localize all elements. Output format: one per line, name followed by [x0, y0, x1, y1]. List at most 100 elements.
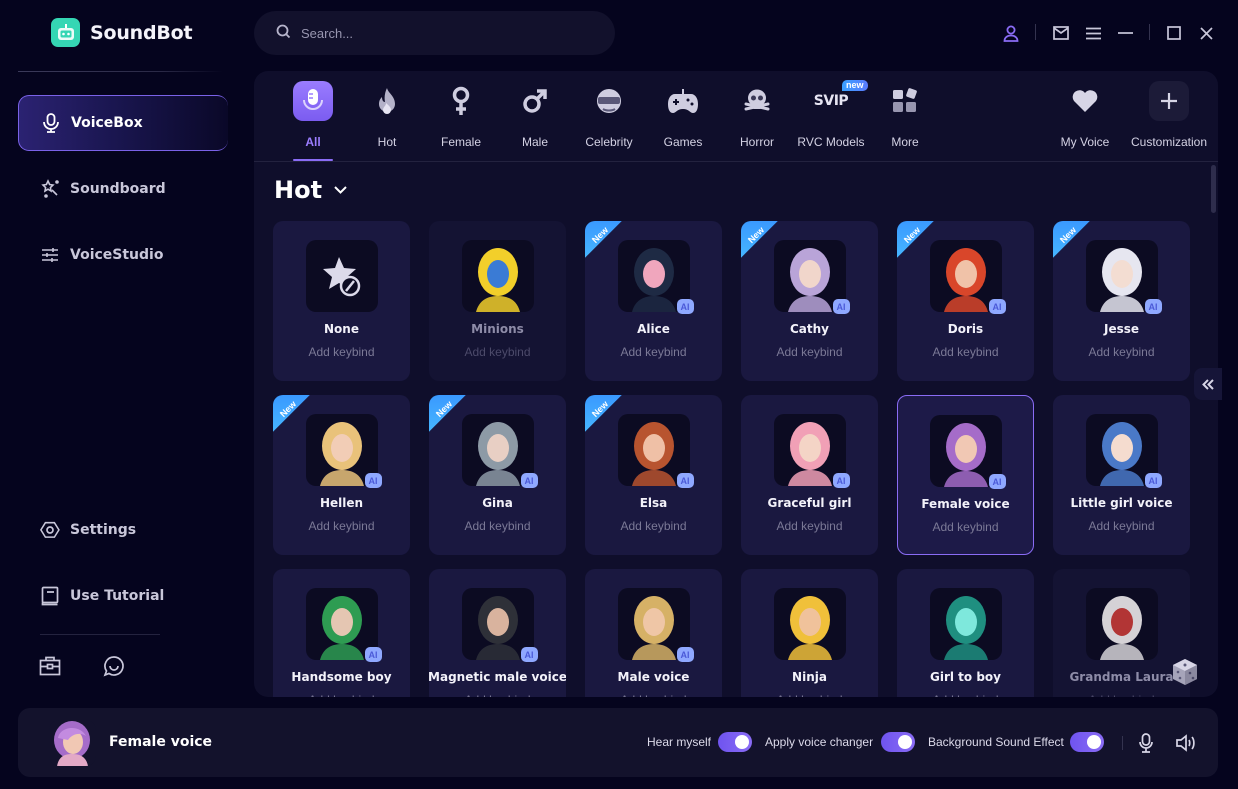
- gamepad-icon: [663, 81, 703, 121]
- sidebar-item-use-tutorial[interactable]: Use Tutorial: [18, 568, 228, 624]
- voice-name: Girl to boy: [930, 670, 1001, 684]
- tab-all[interactable]: All: [276, 79, 350, 161]
- add-keybind-link[interactable]: Add keybind: [932, 693, 998, 697]
- mail-icon[interactable]: [1051, 23, 1071, 43]
- background-sound-effect-label: Background Sound Effect: [928, 735, 1064, 749]
- voice-card[interactable]: New AI Doris Add keybind: [897, 221, 1034, 381]
- voice-name: Graceful girl: [767, 496, 852, 510]
- add-keybind-link[interactable]: Add keybind: [932, 345, 998, 359]
- add-keybind-link[interactable]: Add keybind: [308, 519, 374, 533]
- new-ribbon-label: New: [901, 224, 923, 246]
- minimize-icon[interactable]: [1115, 23, 1135, 43]
- toolbox-icon[interactable]: [39, 655, 61, 677]
- voice-card[interactable]: AI Handsome boy Add keybind: [273, 569, 410, 697]
- sidebar-divider: [40, 634, 160, 635]
- voice-card[interactable]: AI Magnetic male voice Add keybind: [429, 569, 566, 697]
- voice-thumbnail-wrap: AI: [305, 569, 382, 662]
- voice-card[interactable]: New AI Gina Add keybind: [429, 395, 566, 555]
- speaker-icon[interactable]: [1175, 732, 1197, 754]
- add-keybind-link[interactable]: Add keybind: [776, 345, 842, 359]
- current-voice-name: Female voice: [109, 734, 213, 750]
- voice-thumbnail-wrap: AI: [305, 395, 382, 488]
- sidebar-item-voicebox[interactable]: VoiceBox: [18, 95, 228, 151]
- scrollbar[interactable]: [1211, 165, 1216, 213]
- magic-wand-icon: [40, 179, 60, 199]
- add-keybind-link[interactable]: Add keybind: [776, 693, 842, 697]
- voice-card[interactable]: Ninja Add keybind: [741, 569, 878, 697]
- add-keybind-link[interactable]: Add keybind: [620, 693, 686, 697]
- add-keybind-link[interactable]: Add keybind: [932, 520, 998, 534]
- tab-more[interactable]: More: [868, 79, 942, 161]
- background-sound-effect-toggle[interactable]: [1070, 732, 1104, 752]
- voice-card[interactable]: New AI Hellen Add keybind: [273, 395, 410, 555]
- voice-card[interactable]: Girl to boy Add keybind: [897, 569, 1034, 697]
- add-keybind-link[interactable]: Add keybind: [464, 693, 530, 697]
- tab-label: Celebrity: [585, 135, 633, 149]
- current-voice-avatar: [49, 720, 96, 766]
- add-keybind-link[interactable]: Add keybind: [1088, 519, 1154, 533]
- voice-card[interactable]: New AI Cathy Add keybind: [741, 221, 878, 381]
- chat-icon[interactable]: [103, 655, 125, 677]
- voicebox-panel: All Hot Female Male Celebrity Games Horr…: [254, 71, 1218, 697]
- tab-rvc-models[interactable]: SVIP new RVC Models: [794, 79, 868, 161]
- tab-horror[interactable]: Horror: [720, 79, 794, 161]
- voice-thumbnail-wrap: AI: [929, 396, 1006, 489]
- tab-male[interactable]: Male: [498, 79, 572, 161]
- voice-card[interactable]: AI Female voice Add keybind: [897, 395, 1034, 555]
- ai-badge: AI: [520, 473, 538, 488]
- my-voice-button[interactable]: My Voice: [1048, 79, 1122, 161]
- add-keybind-link[interactable]: Add keybind: [1088, 693, 1154, 697]
- customization-button[interactable]: Customization: [1130, 79, 1208, 161]
- add-keybind-link[interactable]: Add keybind: [620, 345, 686, 359]
- tab-celebrity[interactable]: Celebrity: [572, 79, 646, 161]
- sliders-icon: [40, 245, 60, 265]
- add-keybind-link[interactable]: Add keybind: [464, 345, 530, 359]
- random-voice-dice-icon[interactable]: [1171, 658, 1199, 686]
- tab-female[interactable]: Female: [424, 79, 498, 161]
- action-label: My Voice: [1060, 135, 1110, 149]
- sidebar-item-voicestudio[interactable]: VoiceStudio: [18, 227, 228, 283]
- voice-avatar: [773, 588, 846, 660]
- tab-hot[interactable]: Hot: [350, 79, 424, 161]
- voice-card[interactable]: New AI Alice Add keybind: [585, 221, 722, 381]
- voice-card[interactable]: None Add keybind: [273, 221, 410, 381]
- add-keybind-link[interactable]: Add keybind: [776, 519, 842, 533]
- voice-card[interactable]: New AI Elsa Add keybind: [585, 395, 722, 555]
- voice-card[interactable]: AI Graceful girl Add keybind: [741, 395, 878, 555]
- ai-badge: AI: [364, 473, 382, 488]
- collapse-panel-button[interactable]: [1194, 368, 1222, 400]
- search-bar[interactable]: [254, 11, 615, 55]
- voice-card[interactable]: Grandma Laura Add keybind: [1053, 569, 1190, 697]
- add-keybind-link[interactable]: Add keybind: [308, 345, 374, 359]
- voice-card[interactable]: New AI Jesse Add keybind: [1053, 221, 1190, 381]
- voice-name: Gina: [482, 496, 513, 510]
- hear-myself-toggle[interactable]: [718, 732, 752, 752]
- microphone-icon[interactable]: [1135, 732, 1157, 754]
- microphone-icon: [41, 113, 61, 133]
- ai-badge: AI: [676, 647, 694, 662]
- sidebar-item-label: Use Tutorial: [70, 588, 165, 604]
- sidebar-item-soundboard[interactable]: Soundboard: [18, 161, 228, 217]
- add-keybind-link[interactable]: Add keybind: [308, 693, 374, 697]
- voice-card[interactable]: Minions Add keybind: [429, 221, 566, 381]
- add-keybind-link[interactable]: Add keybind: [464, 519, 530, 533]
- maximize-icon[interactable]: [1164, 23, 1184, 43]
- hear-myself-label: Hear myself: [647, 735, 712, 749]
- new-ribbon-label: New: [1057, 224, 1079, 246]
- search-input[interactable]: [301, 25, 581, 41]
- apply-voice-changer-toggle[interactable]: [881, 732, 915, 752]
- sidebar-item-settings[interactable]: Settings: [18, 502, 228, 558]
- close-icon[interactable]: [1196, 23, 1216, 43]
- section-dropdown[interactable]: Hot: [274, 176, 347, 204]
- account-icon[interactable]: [1001, 23, 1021, 43]
- sidebar-item-label: VoiceStudio: [70, 247, 164, 263]
- ai-badge: AI: [676, 299, 694, 314]
- chevron-down-icon: [334, 186, 347, 194]
- add-keybind-link[interactable]: Add keybind: [1088, 345, 1154, 359]
- tab-games[interactable]: Games: [646, 79, 720, 161]
- voice-card[interactable]: AI Little girl voice Add keybind: [1053, 395, 1190, 555]
- add-keybind-link[interactable]: Add keybind: [620, 519, 686, 533]
- menu-icon[interactable]: [1083, 23, 1103, 43]
- action-label: Customization: [1130, 135, 1208, 149]
- voice-card[interactable]: AI Male voice Add keybind: [585, 569, 722, 697]
